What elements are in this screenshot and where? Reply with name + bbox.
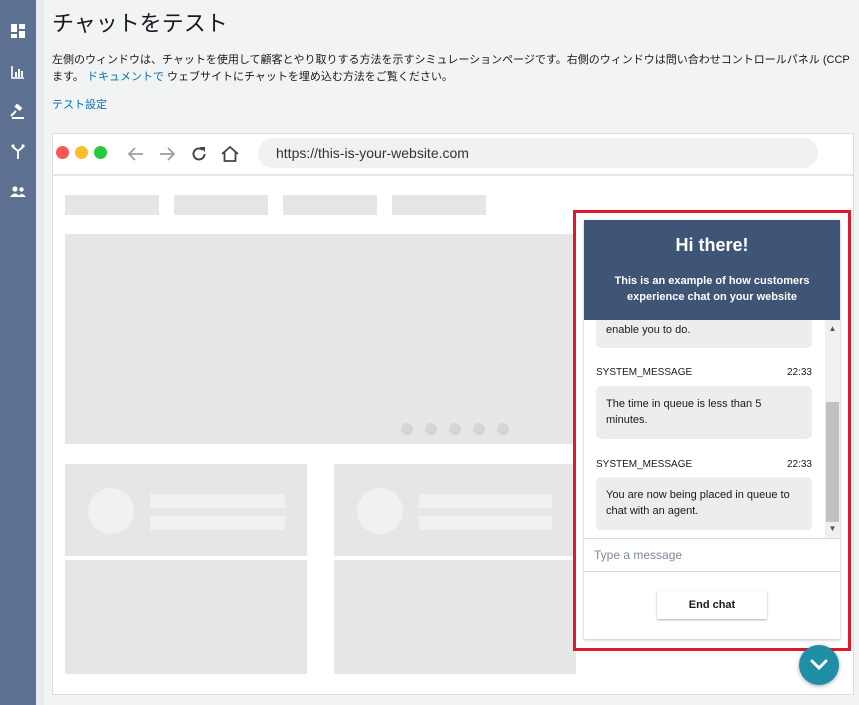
- test-settings-link[interactable]: テスト設定: [52, 96, 107, 112]
- end-chat-button[interactable]: End chat: [657, 591, 767, 619]
- minimize-dot: [75, 146, 88, 159]
- back-arrow-icon: [125, 143, 147, 165]
- reload-icon: [188, 143, 210, 165]
- home-icon: [219, 143, 241, 165]
- message-bubble: enable you to do.: [596, 320, 812, 348]
- message-sender: SYSTEM_MESSAGE: [596, 367, 693, 378]
- sidebar: [0, 0, 36, 705]
- chat-greeting: Hi there!: [675, 235, 749, 255]
- placeholder-nav-2: [174, 195, 268, 215]
- message-time: 22:33: [786, 367, 812, 378]
- carousel-dot: [497, 423, 509, 435]
- placeholder-line: [419, 494, 552, 508]
- chevron-down-icon: [810, 659, 828, 671]
- placeholder-nav-4: [392, 195, 486, 215]
- placeholder-line: [150, 494, 285, 508]
- chat-header: Hi there! This is an example of how cust…: [584, 220, 840, 320]
- message-time: 22:33: [786, 459, 812, 470]
- page-title: チャットをテスト: [52, 11, 228, 36]
- chat-widget: Hi there! This is an example of how cust…: [584, 220, 840, 639]
- description-line-2: ます。 ドキュメントで ウェブサイトにチャットを埋め込む方法をご覧ください。: [52, 69, 859, 86]
- placeholder-card: [334, 560, 576, 674]
- placeholder-nav-1: [65, 195, 159, 215]
- placeholder-nav-3: [283, 195, 377, 215]
- message-input[interactable]: [592, 543, 832, 567]
- metrics-icon[interactable]: [9, 63, 27, 81]
- content-edge: [36, 0, 44, 705]
- documentation-link[interactable]: ドキュメントで: [87, 71, 164, 83]
- placeholder-avatar: [88, 488, 134, 534]
- page-description: 左側のウィンドウは、チャットを使用して顧客とやり取りする方法を示すシミュレーショ…: [52, 52, 859, 86]
- forward-arrow-icon: [156, 143, 178, 165]
- chat-subtitle: This is an example of how customers expe…: [614, 275, 810, 303]
- message-bubble: The time in queue is less than 5 minutes…: [596, 386, 812, 439]
- message-meta: SYSTEM_MESSAGE 22:33: [596, 367, 812, 378]
- scrollbar-thumb[interactable]: [826, 402, 839, 522]
- close-dot: [56, 146, 69, 159]
- maximize-dot: [94, 146, 107, 159]
- users-icon[interactable]: [9, 183, 27, 201]
- message-bubble: You are now being placed in queue to cha…: [596, 477, 812, 530]
- carousel-dot: [401, 423, 413, 435]
- url-bar: https://this-is-your-website.com: [258, 138, 818, 168]
- placeholder-line: [419, 516, 552, 530]
- description-text-b: ウェブサイトにチャットを埋め込む方法をご覧ください。: [167, 71, 453, 83]
- placeholder-avatar: [357, 488, 403, 534]
- description-text-a: ます。: [52, 71, 84, 83]
- placeholder-hero: [65, 234, 575, 444]
- carousel-dot: [425, 423, 437, 435]
- placeholder-line: [150, 516, 285, 530]
- description-line-1: 左側のウィンドウは、チャットを使用して顧客とやり取りする方法を示すシミュレーショ…: [52, 54, 850, 66]
- scroll-up-arrow-icon[interactable]: ▲: [825, 322, 840, 336]
- message-input-area: [584, 538, 840, 572]
- carousel-dot: [473, 423, 485, 435]
- chat-toggle-button[interactable]: [799, 645, 839, 685]
- message-meta: SYSTEM_MESSAGE 22:33: [596, 459, 812, 470]
- message-list[interactable]: enable you to do. SYSTEM_MESSAGE 22:33 T…: [584, 320, 840, 538]
- scroll-down-arrow-icon[interactable]: ▼: [825, 522, 840, 536]
- message-sender: SYSTEM_MESSAGE: [596, 459, 693, 470]
- placeholder-card: [65, 560, 307, 674]
- carousel-dot: [449, 423, 461, 435]
- browser-toolbar: https://this-is-your-website.com: [53, 134, 853, 176]
- dashboard-icon[interactable]: [9, 22, 27, 40]
- flow-icon[interactable]: [9, 143, 27, 161]
- routing-icon[interactable]: [9, 103, 27, 121]
